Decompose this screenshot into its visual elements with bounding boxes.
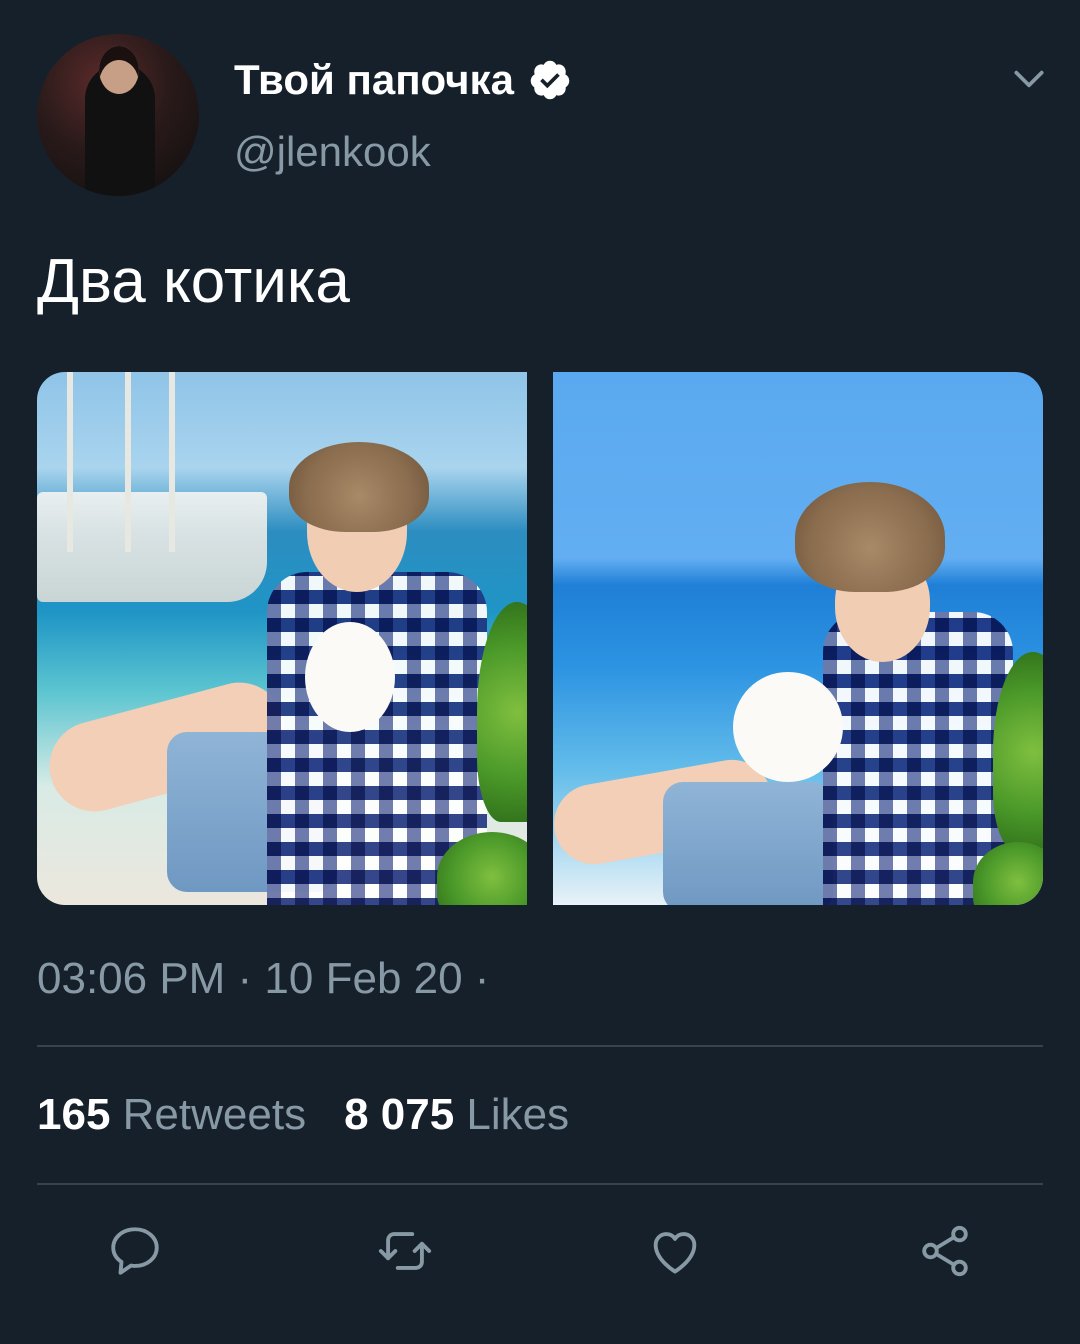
avatar-head: [99, 46, 139, 94]
likes-label: Likes: [466, 1090, 570, 1139]
divider: [37, 1045, 1043, 1047]
retweet-icon: [378, 1232, 432, 1270]
figure-shorts: [663, 782, 833, 905]
chevron-down-icon[interactable]: [1010, 60, 1048, 98]
divider: [37, 1183, 1043, 1185]
avatar[interactable]: [37, 34, 199, 196]
tweet-stats: 165 Retweets 8 075 Likes: [37, 1090, 569, 1140]
heart-icon: [653, 1232, 697, 1274]
figure-hair: [289, 442, 429, 532]
tweet-detail-view: Твой папочка @jlenkook Два котика 03:06 …: [0, 0, 1080, 1344]
boat-mast: [169, 372, 175, 552]
media-grid: [37, 372, 1043, 905]
figure-hair: [795, 482, 945, 592]
boat-mast: [67, 372, 73, 552]
tweet-timestamp[interactable]: 03:06 PM · 10 Feb 20 ·: [37, 954, 489, 1004]
likes-count: 8 075: [344, 1090, 455, 1139]
retweet-button[interactable]: [376, 1222, 434, 1280]
user-handle[interactable]: @jlenkook: [234, 128, 431, 176]
tweet-photo-2[interactable]: [553, 372, 1043, 905]
tweet-text: Два котика: [37, 247, 350, 316]
retweets-stat[interactable]: 165 Retweets: [37, 1090, 306, 1140]
comment-icon: [111, 1227, 159, 1275]
boat-mast: [125, 372, 131, 552]
retweets-count: 165: [37, 1090, 111, 1139]
share-button[interactable]: [916, 1222, 974, 1280]
like-button[interactable]: [646, 1222, 704, 1280]
verified-badge-icon: [530, 60, 570, 100]
reply-button[interactable]: [106, 1222, 164, 1280]
display-name[interactable]: Твой папочка: [234, 56, 514, 104]
tweet-photo-1[interactable]: [37, 372, 527, 905]
cat-shape: [733, 672, 843, 782]
likes-stat[interactable]: 8 075 Likes: [344, 1090, 569, 1140]
display-name-row[interactable]: Твой папочка: [234, 56, 572, 104]
retweets-label: Retweets: [122, 1090, 307, 1139]
cat-shape: [305, 622, 395, 732]
share-icon: [922, 1225, 968, 1277]
